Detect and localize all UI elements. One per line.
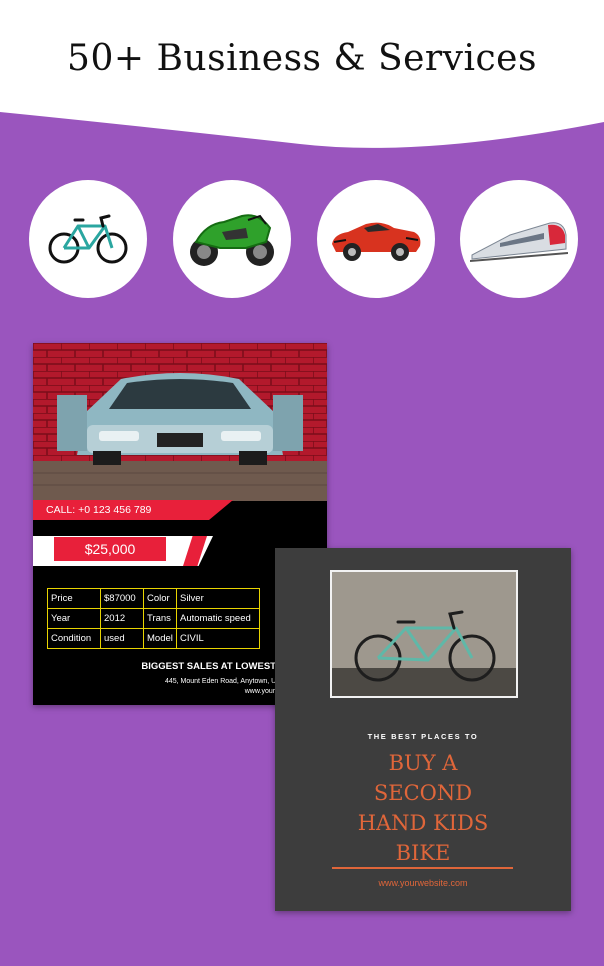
spec-value: 2012 [100,608,144,629]
call-number: CALL: +0 123 456 789 [33,500,233,520]
title-line: BIKE [395,841,451,865]
spec-label: Trans [143,608,177,629]
category-train[interactable] [460,180,578,298]
spec-value: CIVIL [176,628,260,649]
category-car[interactable] [317,180,435,298]
price-tag: $25,000 [54,537,166,561]
title-line: HAND KIDS [357,811,489,835]
header-wave [0,0,604,148]
category-bicycle[interactable] [29,180,147,298]
table-row: Price $87000 Color Silver [47,588,260,609]
spec-label: Color [143,588,177,609]
table-row: Year 2012 Trans Automatic speed [47,608,260,629]
bike-flyer[interactable]: THE BEST PLACES TO BUY A SECOND HAND KID… [275,548,571,911]
spec-label: Model [143,628,177,649]
spec-value: $87000 [100,588,144,609]
website: www.yourwebsite.com [378,878,468,888]
car-photo [33,343,327,501]
bicycle-icon [48,214,128,264]
title-line: BUY A [388,751,458,775]
spec-value: Silver [176,588,260,609]
category-motorcycle[interactable] [173,180,291,298]
spec-value: used [100,628,144,649]
flyer-kicker: THE BEST PLACES TO [367,732,479,741]
train-icon [470,222,568,262]
title-line: SECOND [373,781,473,805]
spec-label: Price [47,588,101,609]
spec-label: Condition [47,628,101,649]
motorcycle-icon [190,214,274,266]
spec-table: Price $87000 Color Silver Year 2012 Tran… [47,588,260,649]
flyer-title: BUY A SECOND HAND KIDS BIKE [275,748,571,868]
page-headline: 50+ Business & Services [67,38,537,79]
spec-label: Year [47,608,101,629]
car-icon [332,222,421,261]
bike-photo [330,570,518,698]
table-row: Condition used Model CIVIL [47,628,260,649]
divider [332,867,513,869]
spec-value: Automatic speed [176,608,260,629]
